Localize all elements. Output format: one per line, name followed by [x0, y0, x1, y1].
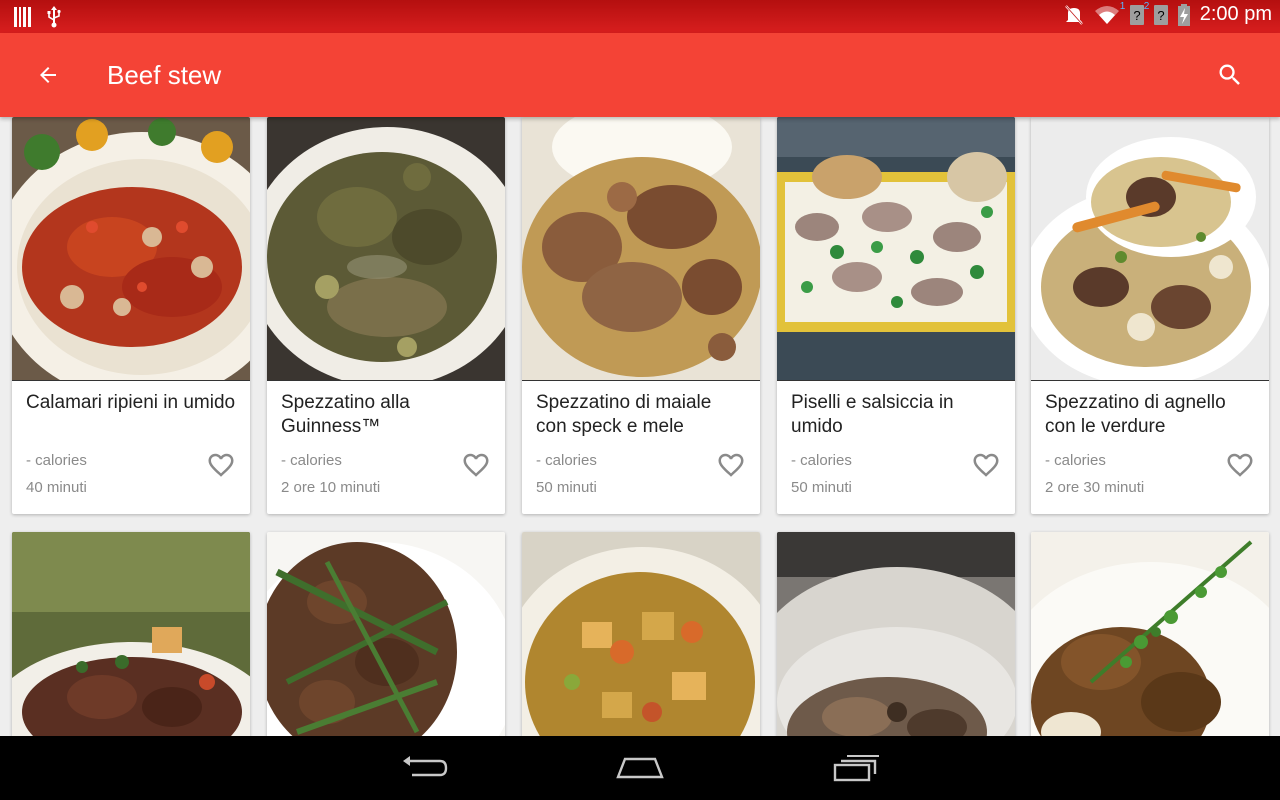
sim1-indicator: 1 ?	[1120, 1, 1144, 25]
recipe-calories: - calories	[281, 452, 342, 469]
recipe-card[interactable]: Piselli e salsiccia in umido - calories …	[777, 117, 1015, 514]
recipe-photo-guinness	[267, 117, 505, 381]
navigation-bar	[0, 736, 1280, 800]
recipe-card[interactable]: Calamari ripieni in umido - calories 40 …	[12, 117, 250, 514]
recipe-card[interactable]	[12, 532, 250, 736]
recents-nav-icon	[833, 755, 879, 782]
favorite-heart-icon[interactable]	[206, 450, 236, 480]
recipe-photo-agnello	[1031, 117, 1269, 381]
favorite-heart-icon[interactable]	[1225, 450, 1255, 480]
status-time: 2:00 pm	[1199, 3, 1272, 25]
recipe-card[interactable]: Spezzatino di agnello con le verdure - c…	[1031, 117, 1269, 514]
recipe-title: Calamari ripieni in umido	[26, 392, 236, 413]
favorite-heart-icon[interactable]	[971, 450, 1001, 480]
svg-text:?: ?	[1157, 8, 1164, 23]
recipe-duration: 2 ore 10 minuti	[281, 479, 381, 496]
status-left-icons	[14, 6, 62, 28]
recipe-calories: - calories	[26, 452, 87, 469]
nav-recents-button[interactable]	[826, 750, 886, 786]
barcode-icon	[14, 7, 31, 27]
recipe-card[interactable]	[1031, 532, 1269, 736]
recipe-card[interactable]	[777, 532, 1015, 736]
recipe-photo	[522, 532, 760, 736]
screen: 1 ? 2 ? 2:00 pm Beef stew Calamari ripie…	[0, 0, 1280, 800]
recipe-duration: 40 minuti	[26, 479, 87, 496]
sim-unknown-icon: ?	[1153, 4, 1168, 25]
usb-icon	[47, 6, 61, 28]
status-bar: 1 ? 2 ? 2:00 pm	[0, 0, 1280, 33]
back-nav-icon	[403, 756, 448, 777]
recipe-title: Spezzatino alla Guinness™	[281, 392, 410, 437]
recipe-card[interactable]: Spezzatino di maiale con speck e mele - …	[522, 117, 760, 514]
home-nav-icon	[616, 757, 664, 779]
recipe-photo	[267, 532, 505, 736]
recipe-title: Spezzatino di agnello con le verdure	[1045, 392, 1226, 437]
battery-charging-icon	[1177, 3, 1190, 26]
app-bar: Beef stew	[0, 33, 1280, 117]
recipe-photo	[777, 532, 1015, 736]
back-button[interactable]	[30, 57, 66, 93]
nav-back-button[interactable]	[394, 750, 454, 786]
recipe-duration: 2 ore 30 minuti	[1045, 479, 1145, 496]
recipe-card[interactable]: Spezzatino alla Guinness™ - calories 2 o…	[267, 117, 505, 514]
sim2-indicator: 2 ?	[1144, 1, 1168, 25]
recipe-card[interactable]	[522, 532, 760, 736]
page-title: Beef stew	[107, 60, 222, 90]
recipe-title: Piselli e salsiccia in umido	[791, 392, 954, 437]
search-button[interactable]	[1212, 57, 1248, 93]
recipe-photo	[1031, 532, 1269, 736]
sim2-label: 2	[1143, 0, 1150, 12]
recipe-title: Spezzatino di maiale con speck e mele	[536, 392, 712, 437]
mute-icon	[1064, 4, 1083, 25]
favorite-heart-icon[interactable]	[461, 450, 491, 480]
recipe-photo-piselli	[777, 117, 1015, 381]
recipe-grid: Calamari ripieni in umido - calories 40 …	[0, 117, 1280, 736]
recipe-calories: - calories	[1045, 452, 1106, 469]
status-right-icons: 1 ? 2 ? 2:00 pm	[1064, 1, 1272, 26]
favorite-heart-icon[interactable]	[716, 450, 746, 480]
wifi-icon	[1094, 5, 1119, 24]
recipe-photo-calamari	[12, 117, 250, 381]
sim1-label: 1	[1119, 0, 1126, 12]
sim-unknown-icon: ?	[1129, 4, 1144, 25]
recipe-photo	[12, 532, 250, 736]
svg-text:?: ?	[1133, 8, 1140, 23]
recipe-card[interactable]	[267, 532, 505, 736]
recipe-calories: - calories	[536, 452, 597, 469]
recipe-duration: 50 minuti	[791, 479, 852, 496]
recipe-calories: - calories	[791, 452, 852, 469]
arrow-back-icon	[40, 67, 56, 83]
recipe-duration: 50 minuti	[536, 479, 597, 496]
nav-home-button[interactable]	[610, 750, 670, 786]
search-icon	[1219, 64, 1240, 85]
recipe-photo-maiale	[522, 117, 760, 381]
